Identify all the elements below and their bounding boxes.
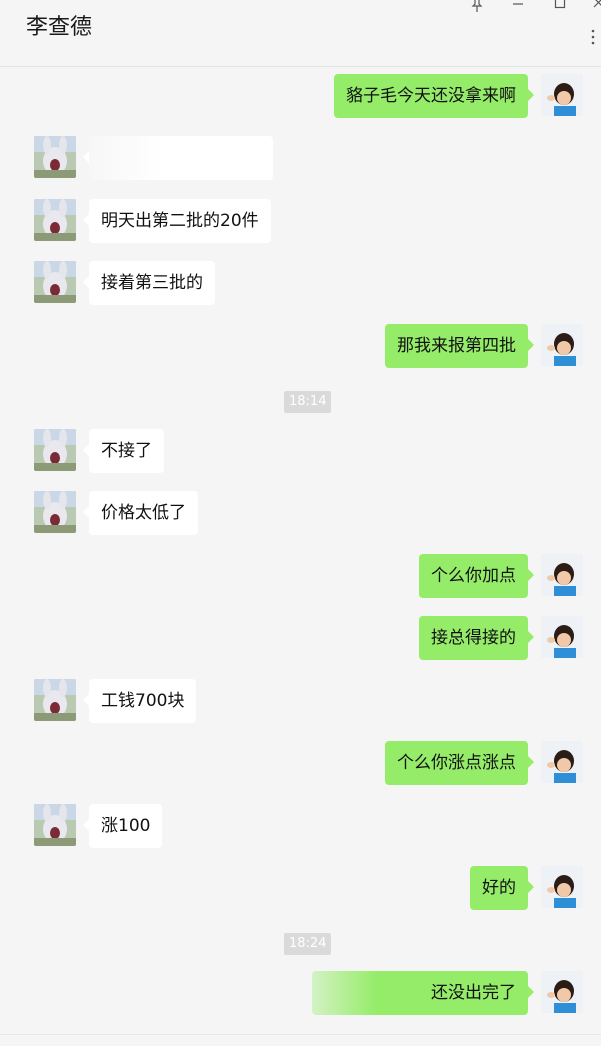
incoming-message[interactable]: 涨100 <box>82 804 163 848</box>
message-row <box>0 136 601 180</box>
my-avatar[interactable] <box>541 616 583 658</box>
outgoing-message[interactable]: 个么你涨点涨点 <box>385 741 534 785</box>
my-avatar[interactable] <box>541 866 583 908</box>
message-list[interactable]: 貉子毛今天还没拿来啊 明天出第二批的20件 接着第三批的 那我来报第四批 18:… <box>0 66 601 1034</box>
message-row: 还没出完了 <box>0 971 601 1015</box>
message-row: 接总得接的 <box>0 616 601 660</box>
timestamp: 18:14 <box>284 391 332 413</box>
message-row: 接着第三批的 <box>0 261 601 305</box>
minimize-icon[interactable] <box>508 0 528 14</box>
contact-avatar[interactable] <box>34 199 76 241</box>
my-avatar[interactable] <box>541 971 583 1013</box>
outgoing-message[interactable]: 貉子毛今天还没拿来啊 <box>334 74 534 118</box>
timestamp: 18:24 <box>284 933 332 955</box>
message-row: 好的 <box>0 866 601 910</box>
outgoing-message[interactable]: 好的 <box>470 866 534 910</box>
contact-avatar[interactable] <box>34 804 76 846</box>
outgoing-message[interactable]: 个么你加点 <box>419 554 534 598</box>
contact-avatar[interactable] <box>34 679 76 721</box>
incoming-message[interactable]: 价格太低了 <box>83 491 198 535</box>
message-row: 貉子毛今天还没拿来啊 <box>0 74 601 118</box>
message-row: 个么你涨点涨点 <box>0 741 601 785</box>
incoming-message[interactable]: 工钱700块 <box>82 679 197 723</box>
my-avatar[interactable] <box>541 741 583 783</box>
divider <box>0 1034 601 1035</box>
contact-avatar[interactable] <box>34 429 76 471</box>
message-row: 涨100 <box>0 804 601 848</box>
close-icon[interactable] <box>588 0 601 14</box>
pin-icon[interactable] <box>467 0 487 14</box>
my-avatar[interactable] <box>541 324 583 366</box>
outgoing-message[interactable]: 接总得接的 <box>419 616 534 660</box>
incoming-message-blurred[interactable] <box>83 136 273 180</box>
message-row: 那我来报第四批 <box>0 324 601 368</box>
message-row: 明天出第二批的20件 <box>0 199 601 243</box>
message-row: 不接了 <box>0 429 601 473</box>
outgoing-message[interactable]: 还没出完了 <box>312 971 534 1015</box>
my-avatar[interactable] <box>541 74 583 116</box>
outgoing-message[interactable]: 那我来报第四批 <box>385 324 534 368</box>
message-row: 工钱700块 <box>0 679 601 723</box>
more-icon[interactable] <box>589 28 597 46</box>
message-row: 个么你加点 <box>0 554 601 598</box>
contact-avatar[interactable] <box>34 261 76 303</box>
incoming-message[interactable]: 不接了 <box>83 429 164 473</box>
incoming-message[interactable]: 明天出第二批的20件 <box>83 199 271 243</box>
maximize-icon[interactable] <box>550 0 570 14</box>
contact-avatar[interactable] <box>34 491 76 533</box>
contact-avatar[interactable] <box>34 136 76 178</box>
message-row: 价格太低了 <box>0 491 601 535</box>
chat-header: 李查德 <box>0 0 601 67</box>
my-avatar[interactable] <box>541 554 583 596</box>
chat-title: 李查德 <box>26 15 93 40</box>
incoming-message[interactable]: 接着第三批的 <box>83 261 215 305</box>
